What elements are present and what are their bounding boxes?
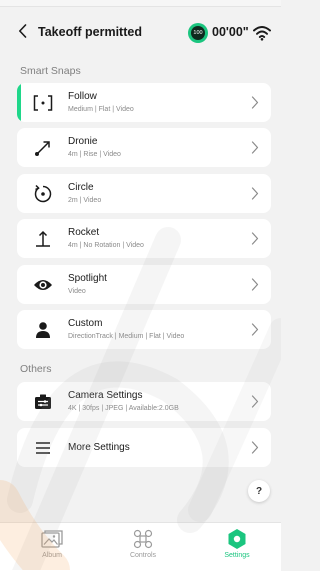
chevron-right-icon — [251, 187, 259, 200]
status-bar — [0, 0, 281, 7]
smart-snap-custom[interactable]: Custom DirectionTrack | Medium | Flat | … — [17, 310, 271, 349]
camera-settings-icon — [32, 391, 54, 413]
tab-label: Controls — [129, 552, 157, 559]
item-detail: 2m | Video — [68, 197, 102, 204]
item-name: Dronie — [68, 136, 98, 147]
help-button[interactable]: ? — [248, 480, 270, 502]
item-detail: DirectionTrack | Medium | Flat | Video — [68, 333, 185, 340]
item-name: Camera Settings — [68, 390, 143, 401]
item-detail: Medium | Flat | Video — [68, 106, 134, 113]
item-name: More Settings — [68, 442, 130, 453]
page-title: Takeoff permitted — [38, 25, 142, 39]
rocket-up-icon — [32, 228, 54, 250]
person-icon — [32, 319, 54, 341]
smart-snap-circle[interactable]: Circle 2m | Video — [17, 174, 271, 213]
item-detail: Video — [68, 288, 86, 295]
item-detail: 4m | No Rotation | Video — [68, 242, 144, 249]
smart-snap-dronie[interactable]: Dronie 4m | Rise | Video — [17, 128, 271, 167]
item-name: Circle — [68, 182, 94, 193]
album-icon — [41, 529, 63, 549]
tab-label: Settings — [224, 552, 250, 559]
eye-icon — [32, 274, 54, 296]
smart-snap-spotlight[interactable]: Spotlight Video — [17, 265, 271, 304]
battery-level-text: 100 — [191, 26, 205, 40]
dronie-arrow-icon — [32, 137, 54, 159]
item-name: Spotlight — [68, 273, 107, 284]
chevron-right-icon — [251, 441, 259, 454]
chevron-right-icon — [251, 96, 259, 109]
follow-bracket-icon — [32, 92, 54, 114]
tab-controls[interactable]: Controls — [108, 529, 178, 569]
camera-settings-item[interactable]: Camera Settings 4K | 30fps | JPEG | Avai… — [17, 382, 271, 421]
chevron-left-icon — [18, 23, 27, 43]
settings-hexagon-icon — [226, 529, 248, 549]
item-detail: 4m | Rise | Video — [68, 151, 121, 158]
menu-lines-icon — [32, 437, 54, 459]
section-label-smart-snaps: Smart Snaps — [20, 65, 81, 77]
tab-album[interactable]: Album — [17, 529, 87, 569]
drone-battery-indicator: 100 — [188, 23, 208, 43]
chevron-right-icon — [251, 323, 259, 336]
top-bar: Takeoff permitted 100 00'00" — [0, 14, 281, 52]
tab-settings[interactable]: Settings — [202, 529, 272, 569]
item-name: Rocket — [68, 227, 100, 238]
chevron-right-icon — [251, 278, 259, 291]
bottom-tab-bar: Album Controls Settings — [0, 522, 281, 571]
smart-snap-follow[interactable]: Follow Medium | Flat | Video — [17, 83, 271, 122]
section-label-others: Others — [20, 363, 52, 375]
back-button[interactable] — [15, 23, 29, 43]
wifi-icon — [253, 25, 271, 41]
selected-indicator — [17, 83, 21, 122]
chevron-right-icon — [251, 141, 259, 154]
item-name: Custom — [68, 318, 103, 329]
chevron-right-icon — [251, 232, 259, 245]
more-settings-item[interactable]: More Settings — [17, 428, 271, 467]
item-name: Follow — [68, 91, 97, 102]
controls-icon — [132, 529, 154, 549]
chevron-right-icon — [251, 395, 259, 408]
flight-timer: 00'00" — [212, 25, 249, 39]
tab-label: Album — [42, 552, 62, 559]
item-detail: 4K | 30fps | JPEG | Available:2.0GB — [68, 405, 179, 412]
circle-orbit-icon — [32, 183, 54, 205]
smart-snap-rocket[interactable]: Rocket 4m | No Rotation | Video — [17, 219, 271, 258]
